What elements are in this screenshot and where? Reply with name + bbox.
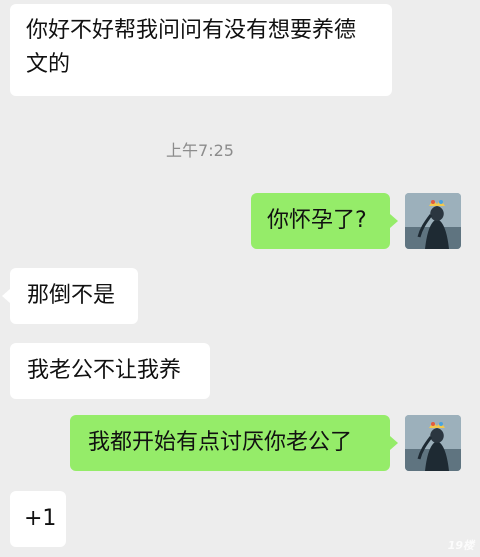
- incoming-message[interactable]: 你好不好帮我问问有没有想要养德文的: [10, 4, 392, 96]
- incoming-message[interactable]: +1: [10, 491, 66, 547]
- message-text: 我都开始有点讨厌你老公了: [88, 430, 353, 455]
- message-text: 那倒不是: [27, 283, 116, 308]
- watermark-logo: 19楼: [447, 539, 474, 552]
- incoming-message[interactable]: 那倒不是: [2, 268, 138, 324]
- outgoing-message[interactable]: 我都开始有点讨厌你老公了: [70, 415, 398, 471]
- avatar-image: [405, 415, 461, 471]
- message-text: 我老公不让我养: [27, 358, 182, 383]
- message-text: 你怀孕了?: [267, 208, 367, 233]
- avatar-image: [405, 193, 461, 249]
- incoming-message[interactable]: 我老公不让我养: [10, 343, 210, 399]
- message-text: +1: [24, 506, 57, 531]
- outgoing-message[interactable]: 你怀孕了?: [251, 193, 398, 249]
- message-text: 你好不好帮我问问有没有想要养德文的: [26, 18, 357, 77]
- timestamp: 上午7:25: [166, 141, 234, 160]
- avatar[interactable]: [405, 193, 461, 249]
- avatar[interactable]: [405, 415, 461, 471]
